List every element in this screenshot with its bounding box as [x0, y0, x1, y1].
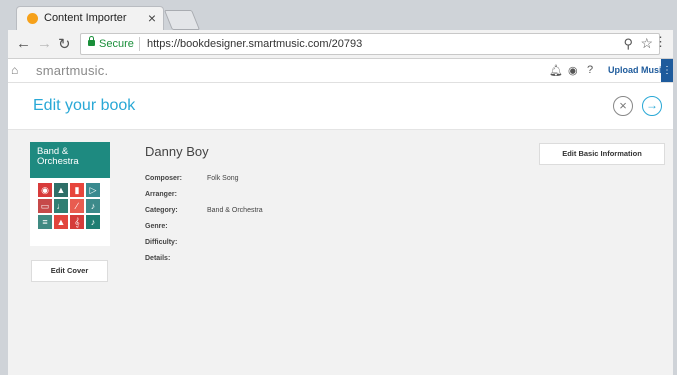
browser-menu-icon[interactable]: ⋮ — [654, 34, 667, 50]
next-arrow-icon[interactable]: → — [642, 96, 662, 116]
instrument-tile-icon: ∕ — [70, 199, 84, 213]
arranger-label: Arranger: — [145, 191, 177, 198]
new-tab-button[interactable] — [163, 10, 201, 30]
upload-music-button[interactable]: Upload Music — [608, 65, 667, 75]
tab-close-icon[interactable]: × — [148, 10, 156, 26]
account-icon[interactable]: ◉ — [568, 64, 578, 77]
instrument-tile-icon: ≡ — [38, 215, 52, 229]
instrument-icon-grid: ◉ ▲ ▮ ▷ ▭ ♩ ∕ ♪ ≡ ▲ 𝄞 ♪ — [38, 183, 102, 229]
instrument-tile-icon: ▷ — [86, 183, 100, 197]
instrument-tile-icon: ▭ — [38, 199, 52, 213]
back-arrow-icon[interactable]: ← — [16, 35, 31, 52]
genre-label: Genre: — [145, 223, 168, 230]
page-title: Edit your book — [33, 97, 136, 114]
cover-title: Band & Orchestra — [37, 146, 79, 167]
brand-logo[interactable]: smartmusic. — [36, 63, 108, 78]
tab-title: Content Importer — [44, 12, 127, 24]
reload-icon[interactable]: ↻ — [58, 35, 71, 53]
home-icon[interactable]: ⌂ — [11, 63, 18, 77]
instrument-tile-icon: ▲ — [54, 215, 68, 229]
secure-label: Secure — [99, 38, 134, 50]
book-title: Danny Boy — [145, 144, 209, 159]
window-frame-left — [0, 0, 8, 375]
page-header: Edit your book × → — [8, 83, 673, 130]
difficulty-label: Difficulty: — [145, 239, 178, 246]
instrument-tile-icon: ♪ — [86, 215, 100, 229]
forward-arrow-icon[interactable]: → — [37, 35, 52, 52]
instrument-tile-icon: ▲ — [54, 183, 68, 197]
instrument-tile-icon: ▮ — [70, 183, 84, 197]
url-separator — [139, 37, 140, 51]
zoom-icon[interactable]: ⚲ — [623, 36, 633, 52]
cover-banner: Band & Orchestra — [30, 142, 110, 178]
lock-icon — [88, 36, 95, 46]
edit-basic-information-button[interactable]: Edit Basic Information — [539, 143, 665, 165]
smartmusic-favicon-icon — [27, 13, 38, 24]
tab-strip: Content Importer × — [8, 0, 673, 30]
instrument-tile-icon: ◉ — [38, 183, 52, 197]
category-label: Category: — [145, 207, 178, 214]
instrument-tile-icon: 𝄞 — [70, 215, 84, 229]
window-frame-right — [673, 0, 677, 375]
notification-bell-icon[interactable]: 🔔︎ — [549, 64, 563, 77]
edit-cover-button[interactable]: Edit Cover — [31, 260, 108, 282]
instrument-tile-icon: ♩ — [54, 199, 68, 213]
composer-label: Composer: — [145, 175, 182, 182]
composer-value: Folk Song — [207, 175, 239, 182]
close-icon[interactable]: × — [613, 96, 633, 116]
browser-tab[interactable]: Content Importer × — [16, 6, 164, 30]
book-details-panel: Band & Orchestra ◉ ▲ ▮ ▷ ▭ ♩ ∕ ♪ ≡ ▲ 𝄞 ♪ Edit Cover… — [8, 130, 673, 375]
category-value: Band & Orchestra — [207, 207, 263, 214]
browser-toolbar: ← → ↻ Secure https://bookdesigner.smartm… — [8, 30, 673, 59]
url-text[interactable]: https://bookdesigner.smartmusic.com/2079… — [147, 38, 362, 50]
help-icon[interactable]: ? — [587, 64, 593, 76]
bookmark-star-icon[interactable]: ☆ — [640, 35, 653, 52]
app-header: ⌂ smartmusic. 🔔︎ ◉ ? Upload Music ⋮ — [8, 59, 673, 83]
instrument-tile-icon: ♪ — [86, 199, 100, 213]
book-cover: Band & Orchestra ◉ ▲ ▮ ▷ ▭ ♩ ∕ ♪ ≡ ▲ 𝄞 ♪ — [30, 142, 110, 246]
address-bar[interactable]: Secure https://bookdesigner.smartmusic.c… — [80, 33, 660, 55]
details-label: Details: — [145, 255, 171, 262]
apps-grid-icon[interactable]: ⋮ — [661, 59, 673, 82]
